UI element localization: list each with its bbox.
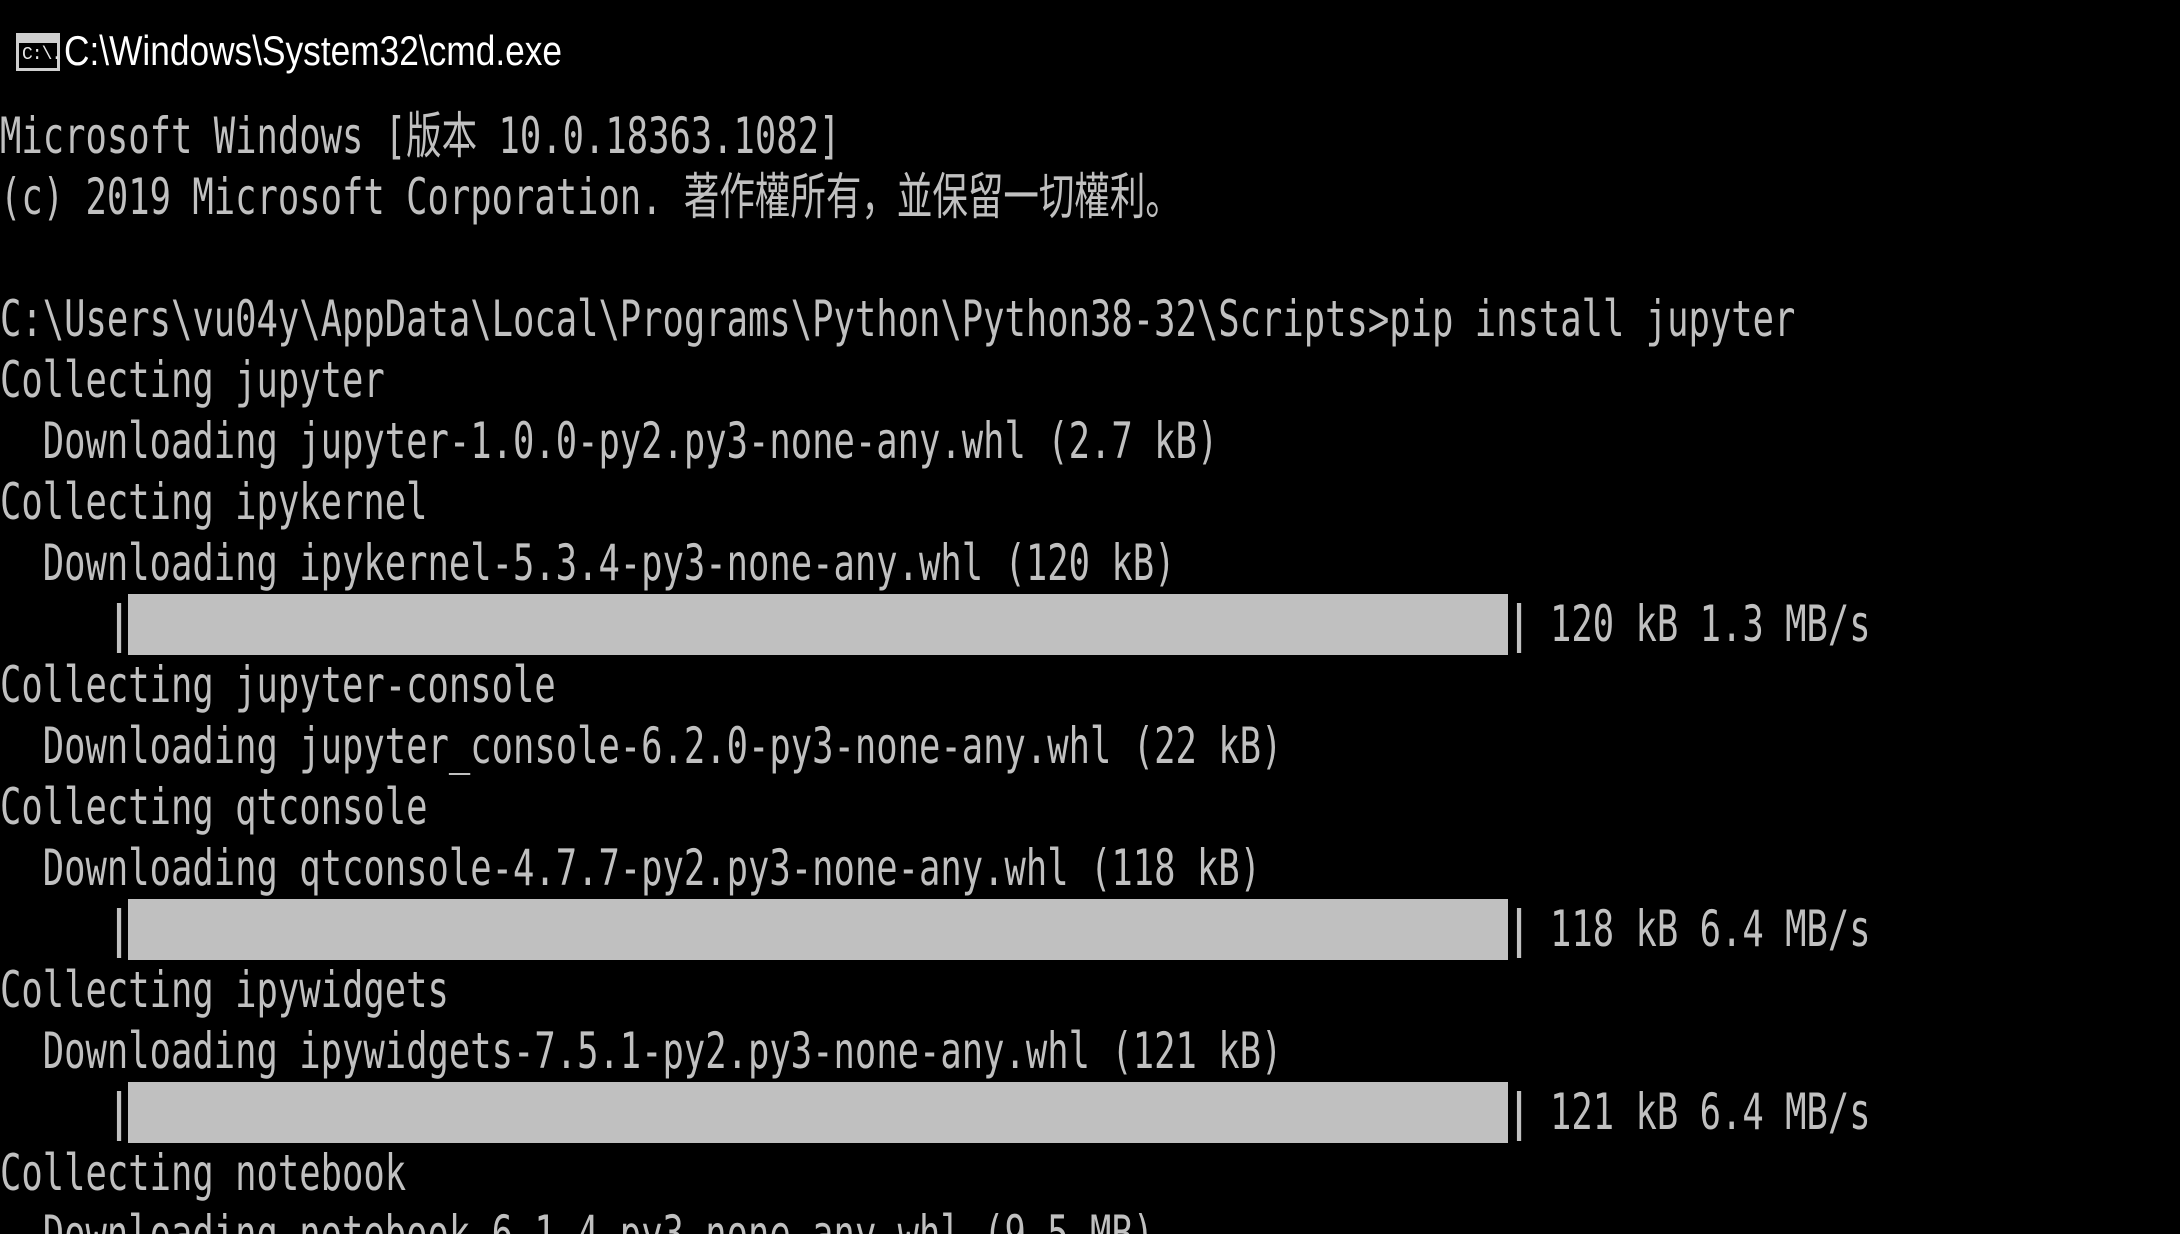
console-line: Downloading qtconsole-4.7.7-py2.py3-none… — [0, 839, 1262, 897]
console-header-version: Microsoft Windows [版本 10.0.18363.1082] — [0, 107, 841, 165]
download-progress-bar: | | 121 kB 6.4 MB/s — [0, 1082, 2180, 1143]
cmd-icon-label: C:\. — [22, 45, 62, 65]
console-line: Downloading ipywidgets-7.5.1-py2.py3-non… — [0, 1022, 1283, 1080]
progress-bar-right-edge: | — [1504, 595, 1535, 653]
console-line: Downloading jupyter-1.0.0-py2.py3-none-a… — [0, 412, 1219, 470]
cmd-window: C:\. C:\Windows\System32\cmd.exe Microso… — [0, 0, 2180, 1234]
progress-bar-stats: 120 kB 1.3 MB/s — [1550, 595, 1871, 653]
progress-bar-stats: 121 kB 6.4 MB/s — [1550, 1083, 1871, 1141]
progress-bar-fill — [128, 594, 1508, 655]
console-line: Collecting qtconsole — [0, 778, 428, 836]
console-line: Downloading notebook-6.1.4-py3-none-any.… — [0, 1205, 1155, 1234]
title-bar[interactable]: C:\. C:\Windows\System32\cmd.exe — [0, 0, 2180, 100]
console-line: Downloading jupyter_console-6.2.0-py3-no… — [0, 717, 1283, 775]
download-progress-bar: | | 120 kB 1.3 MB/s — [0, 594, 2180, 655]
progress-bar-fill — [128, 899, 1508, 960]
console-line: Collecting ipykernel — [0, 473, 428, 531]
cmd-icon[interactable]: C:\. — [16, 33, 62, 71]
console-line: Collecting ipywidgets — [0, 961, 449, 1019]
window-title: C:\Windows\System32\cmd.exe — [64, 27, 563, 74]
progress-bar-right-edge: | — [1504, 1083, 1535, 1141]
console-line: Downloading ipykernel-5.3.4-py3-none-any… — [0, 534, 1176, 592]
console-header-copyright: (c) 2019 Microsoft Corporation. 著作權所有，並保… — [0, 168, 1181, 226]
progress-bar-stats: 118 kB 6.4 MB/s — [1550, 900, 1871, 958]
console-line: Collecting jupyter — [0, 351, 385, 409]
console-line: Collecting notebook — [0, 1144, 407, 1202]
progress-bar-fill — [128, 1082, 1508, 1143]
progress-bar-right-edge: | — [1504, 900, 1535, 958]
download-progress-bar: | | 118 kB 6.4 MB/s — [0, 899, 2180, 960]
command-prompt-line: C:\Users\vu04y\AppData\Local\Programs\Py… — [0, 290, 1796, 348]
console-line: Collecting jupyter-console — [0, 656, 556, 714]
